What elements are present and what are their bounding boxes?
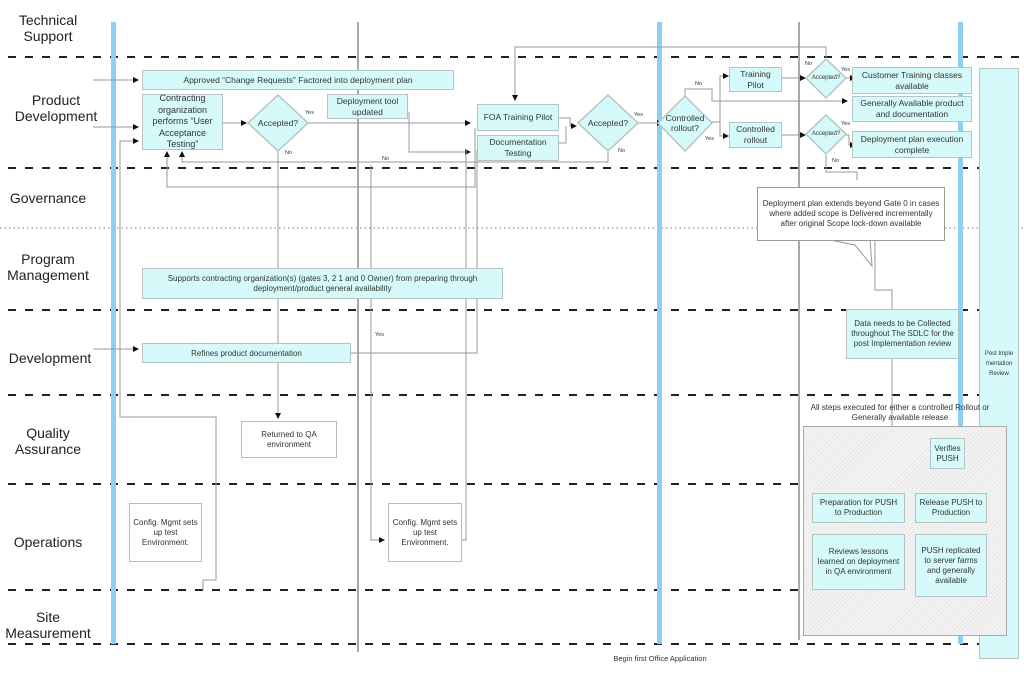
documentation-testing-box[interactable]: Documentation Testing — [477, 135, 559, 161]
prep-push-box[interactable]: Preparation for PUSH to Production — [812, 493, 905, 523]
generally-available-box[interactable]: Generally Available product and document… — [852, 96, 972, 122]
returned-qa-box[interactable]: Returned to QA environment — [241, 421, 337, 458]
deployment-tool-box[interactable]: Deployment tool updated — [327, 94, 408, 119]
edge-label-yes: Yes — [634, 112, 643, 118]
edge-label-yes: Yes — [305, 110, 314, 116]
data-collected-box[interactable]: Data needs to be Collected throughout Th… — [846, 309, 959, 359]
reviews-lessons-box[interactable]: Reviews lessons learned on deployment in… — [812, 534, 905, 590]
push-replicated-box[interactable]: PUSH replicated to server farms and gene… — [915, 534, 987, 597]
supports-box[interactable]: Supports contracting organization(s) (ga… — [142, 268, 503, 299]
controlled-rollout-label: Controlled rollout? — [665, 113, 705, 133]
accepted-label-3: Accepted? — [811, 75, 841, 81]
release-push-box[interactable]: Release PUSH to Production — [915, 493, 987, 523]
refines-docs-box[interactable]: Refines product documentation — [142, 343, 351, 363]
edge-label-yes: Yes — [375, 332, 384, 338]
config-mgmt-box-1[interactable]: Config. Mgmt sets up test Environment. — [129, 503, 202, 562]
scope-callout: Deployment plan extends beyond Gate 0 in… — [757, 187, 945, 241]
edge-label-no: No — [832, 158, 840, 164]
uat-box[interactable]: Contracting organization performs “User … — [142, 93, 223, 150]
edge-label-no: No — [695, 81, 703, 87]
change-requests-box[interactable]: Approved “Change Requests” Factored into… — [142, 70, 454, 90]
edge-label-yes: Yes — [705, 136, 714, 142]
foa-training-box[interactable]: FOA Training Pilot — [477, 104, 559, 131]
edge-label-no: No — [805, 61, 813, 67]
verifies-push-box[interactable]: Verifies PUSH — [930, 438, 965, 469]
release-area — [803, 426, 1007, 636]
edge-label-yes: Yes — [841, 67, 850, 73]
customer-training-box[interactable]: Customer Training classes available — [852, 67, 972, 94]
accepted-label-2: Accepted? — [587, 118, 629, 128]
all-steps-note: All steps executed for either a controll… — [810, 403, 990, 422]
accepted-label-4: Accepted? — [811, 131, 841, 137]
accepted-label-1: Accepted? — [257, 118, 299, 128]
begin-office-label: Begin first Office Application — [613, 654, 707, 663]
milestone-bar — [111, 22, 116, 644]
config-mgmt-box-2[interactable]: Config. Mgmt sets up test Environment. — [388, 503, 462, 562]
controlled-rollout-box[interactable]: Controlled rollout — [729, 122, 782, 148]
deployment-complete-box[interactable]: Deployment plan execution complete — [852, 131, 972, 158]
edge-label-yes: Yes — [841, 121, 850, 127]
edge-label-no: No — [382, 156, 390, 162]
edge-label-no: No — [618, 148, 626, 154]
training-pilot-box[interactable]: Training Pilot — [729, 67, 782, 92]
edge-label-no: No — [285, 150, 293, 156]
